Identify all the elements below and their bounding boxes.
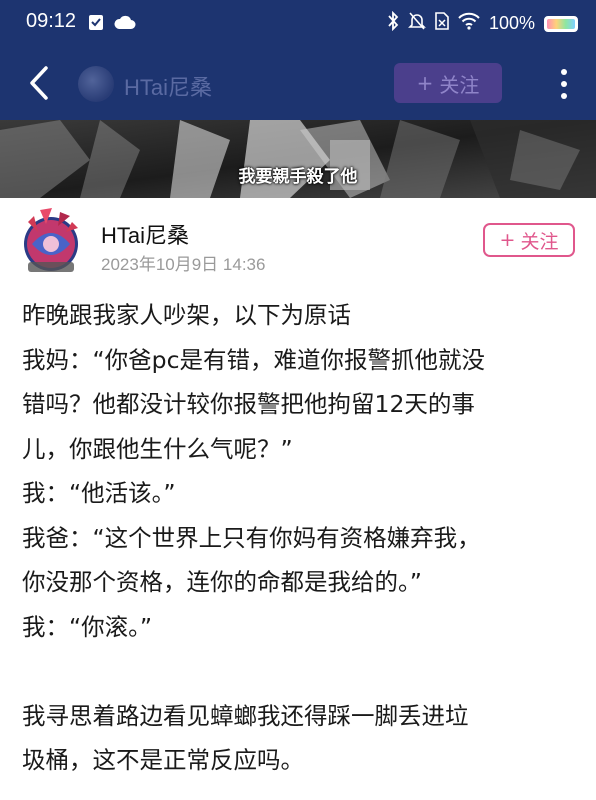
post-line: 儿，你跟他生什么气呢？” [22,434,293,463]
plus-icon: + [416,71,434,95]
post-line: 错吗？他都没计较你报警把他拘留12天的事 [22,390,475,418]
post-header: HTai尼桑 2023年10月9日 14:36 + 关注 [0,198,596,288]
nav-avatar[interactable] [78,66,114,102]
status-time: 09:12 [26,10,77,32]
author-avatar[interactable] [14,204,88,278]
battery-fill [547,18,575,29]
follow-label: 关注 [520,230,559,253]
author-avatar-art [24,208,78,272]
top-nav: HTai尼桑 + 关注 [0,48,596,120]
cloud-icon [114,14,136,34]
sim-icon [435,11,449,36]
post-line: 圾桶，这不是正常反应吗。 [22,746,304,774]
status-right: 100% [387,10,578,36]
post-line: 我：“他活该。” [22,479,176,507]
post-timestamp: 2023年10月9日 14:36 [101,255,266,274]
author-name[interactable]: HTai尼桑 [101,218,189,250]
back-button[interactable] [22,60,58,106]
post-blank-line [22,649,582,694]
status-left-icons [88,13,136,35]
post-line: 我妈：“你爸pc是有错，难道你报警抓他就没 [22,345,486,374]
status-bar: 09:12 100% [0,0,596,48]
wifi-icon [458,12,480,35]
notification-icon [88,13,104,35]
banner-caption: 我要親手殺了他 [238,167,358,187]
post-line: 我爸：“这个世界上只有你妈有资格嫌弃我， [22,523,481,552]
post-line: 我寻思着路边看见蟑螂我还得踩一脚丢进垃 [22,701,469,730]
battery-icon [544,15,578,32]
bluetooth-icon [387,10,399,36]
nav-follow-label: 关注 [439,72,480,97]
banner-image[interactable]: 我要親手殺了他 [0,120,596,198]
post-line: 你没那个资格，连你的命都是我给的。” [22,568,422,596]
mute-icon [408,11,426,36]
nav-title: HTai尼桑 [124,75,213,100]
plus-icon: + [499,229,516,251]
nav-follow-button[interactable]: + 关注 [394,63,502,103]
post-line: 昨晚跟我家人吵架，以下为原话 [22,301,351,329]
more-icon [561,69,567,99]
battery-percent: 100% [488,13,535,33]
follow-button[interactable]: + 关注 [483,223,575,257]
post-body: 昨晚跟我家人吵架，以下为原话 我妈：“你爸pc是有错，难道你报警抓他就没 错吗？… [22,293,582,783]
more-button[interactable] [560,64,568,104]
post-line: 我：“你滚。” [22,612,153,641]
back-icon [30,66,48,100]
